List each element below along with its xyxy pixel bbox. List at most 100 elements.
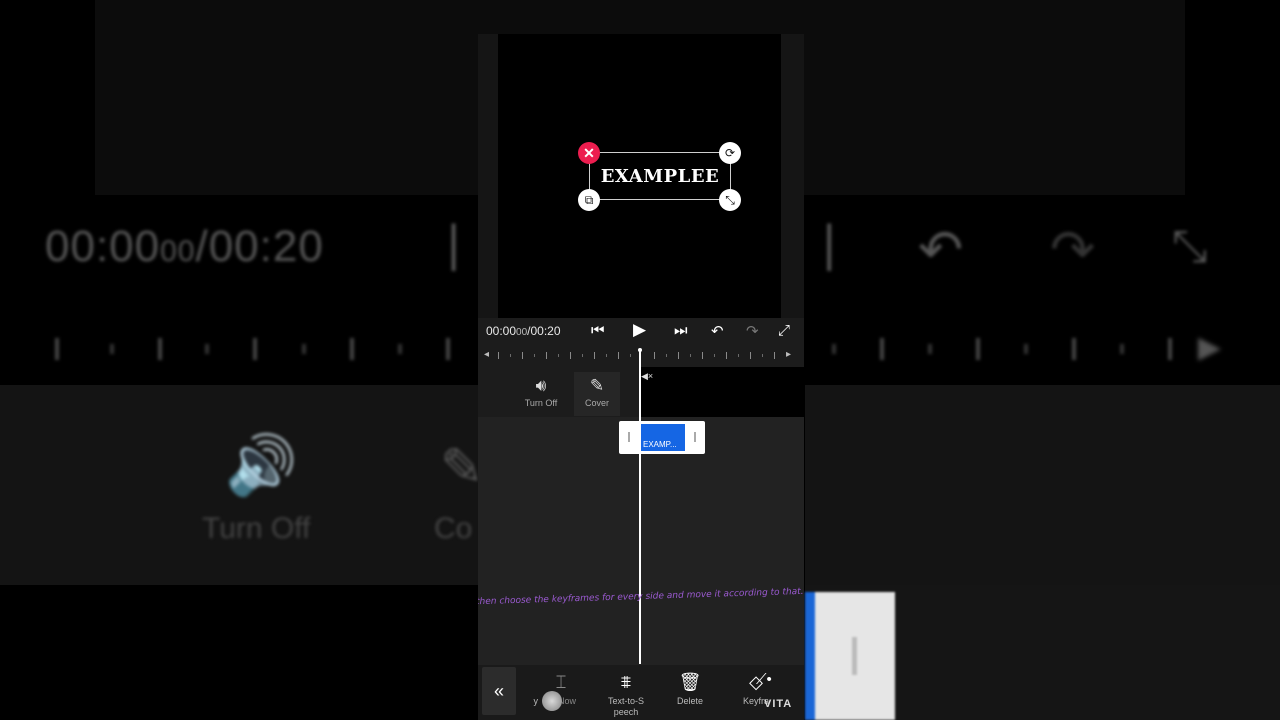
skip-start-icon[interactable]: ⏮ <box>591 322 605 339</box>
background-time: 00:00 <box>45 222 161 271</box>
bg-tick <box>110 344 114 354</box>
mute-icon[interactable]: ◀× <box>641 371 653 382</box>
background-speaker-icon: 🔊 <box>225 433 298 498</box>
ruler-tick <box>498 352 499 359</box>
text-overlay-box[interactable]: EXAMPLEE <box>589 152 731 200</box>
background-fullscreen-icon: ⤡ <box>1172 222 1208 271</box>
bg-tick <box>976 338 980 360</box>
ruler-tick <box>738 354 739 357</box>
timecode-total: /00:20 <box>527 324 561 338</box>
bg-tick <box>302 344 306 354</box>
bg-tick <box>1072 338 1076 360</box>
ruler-tick <box>678 352 679 359</box>
bg-tick <box>253 338 257 360</box>
ruler-tick <box>558 354 559 357</box>
undo-icon[interactable]: ↶ <box>711 322 724 340</box>
split-label: y <box>533 696 539 706</box>
text-clip[interactable]: EXAMP... <box>619 421 705 454</box>
rotate-icon[interactable]: ⟳ <box>719 142 741 164</box>
background-label-cover: Co <box>434 512 473 545</box>
bg-tick <box>205 344 209 354</box>
background-label-turn-off: Turn Off <box>202 512 311 545</box>
background-clip-fill <box>805 592 815 720</box>
ruler-tick <box>594 352 595 359</box>
main-track-strip[interactable] <box>640 367 804 417</box>
ruler-tick <box>534 354 535 357</box>
ruler-tick <box>654 352 655 359</box>
clip-right-handle[interactable] <box>694 432 696 442</box>
ruler-tick <box>510 354 511 357</box>
turn-off-button[interactable]: 🔊︎ Turn Off <box>518 372 564 416</box>
track-tools: 🔊︎ Turn Off ✎ Cover ◀× <box>478 367 804 417</box>
background-time-frames: 00 <box>160 235 196 268</box>
ruler-end-icon: ▸ <box>786 349 792 360</box>
ruler-tick <box>522 352 523 359</box>
timeline-area[interactable]: EXAMP... <box>478 417 804 665</box>
speaker-icon: 🔊︎ <box>535 376 547 395</box>
turn-off-label: Turn Off <box>524 398 558 408</box>
bg-tick <box>350 338 354 360</box>
cover-button[interactable]: ✎ Cover <box>574 372 620 416</box>
ruler-tick <box>630 354 631 357</box>
playback-controls: 00:0000/00:20 ⏮ ▶ ⏭ ↶ ↷ ⤢ <box>478 318 804 346</box>
clip-left-handle[interactable] <box>628 432 630 442</box>
ruler-tick <box>762 354 763 357</box>
phone-screen: EXAMPLEE ✕ ⟳ ⧉ ⤡ 00:0000/00:20 ⏮ ▶ ⏭ ↶ ↷… <box>478 34 804 720</box>
fullscreen-icon[interactable]: ⤢ <box>778 322 790 339</box>
bg-tick <box>1024 344 1028 354</box>
redo-icon[interactable]: ↷ <box>746 322 759 340</box>
text-to-speech-button[interactable]: ⩨ Text-to-S peech <box>601 671 651 718</box>
waveform-icon: ⩨ <box>620 672 632 692</box>
close-icon[interactable]: ✕ <box>578 142 600 164</box>
ruler-tick <box>618 352 619 359</box>
background-undo-icon: ↶ <box>918 220 964 280</box>
resize-icon[interactable]: ⤡ <box>719 189 741 211</box>
bg-tick <box>880 338 884 360</box>
background-redo-icon: ↷ <box>1050 220 1096 280</box>
ruler-tick <box>606 354 607 357</box>
bg-tick <box>55 338 59 360</box>
play-icon[interactable]: ▶ <box>633 320 646 340</box>
text-to-speech-label: Text-to-S peech <box>607 696 644 717</box>
trash-icon: 🗑︎ <box>678 672 702 692</box>
bg-tick <box>158 338 162 360</box>
ruler-tick <box>714 354 715 357</box>
playhead[interactable] <box>639 350 641 664</box>
vita-logo-icon: ⟋• <box>756 671 772 688</box>
ruler-tick <box>546 352 547 359</box>
bg-tick <box>1168 338 1172 360</box>
bottom-toolbar: « y ⌶ Now ⩨ Text-to-S peech 🗑︎ Delete ◇ … <box>478 665 804 720</box>
split-button[interactable]: y <box>492 671 542 707</box>
bg-tick <box>832 344 836 354</box>
ruler-tick <box>702 352 703 359</box>
ruler-start-icon: ◂ <box>484 349 490 360</box>
timecode: 00:0000/00:20 <box>486 324 561 338</box>
touch-indicator <box>542 691 562 711</box>
background-skip-end-icon: ▕ <box>800 226 831 270</box>
video-preview[interactable]: EXAMPLEE ✕ ⟳ ⧉ ⤡ <box>498 34 781 318</box>
delete-label: Delete <box>676 696 703 706</box>
bg-tick <box>928 344 932 354</box>
ruler-tick <box>570 352 571 359</box>
skip-end-icon[interactable]: ⏭ <box>674 322 688 339</box>
pencil-icon: ✎ <box>589 376 605 395</box>
preview-gutter-right <box>781 34 804 318</box>
ruler-tick <box>774 352 775 359</box>
ruler-tick <box>750 352 751 359</box>
duplicate-icon[interactable]: ⧉ <box>578 189 600 211</box>
background-ruler-end-icon: ▶ <box>1198 331 1222 364</box>
preview-gutter-left <box>478 34 498 318</box>
background-track-panel-right <box>805 385 1280 585</box>
vita-watermark: VITA <box>764 698 793 710</box>
text-overlay-label: EXAMPLEE <box>600 166 720 187</box>
clip-label: EXAMP... <box>643 440 677 449</box>
timecode-frames: 00 <box>516 327 528 338</box>
bg-tick <box>446 338 450 360</box>
background-time-total: /00:20 <box>195 222 324 271</box>
ruler-tick <box>690 354 691 357</box>
text-now-icon: ⌶ <box>555 672 567 692</box>
bg-tick <box>1120 344 1124 354</box>
bg-tick <box>398 344 402 354</box>
background-clip <box>805 592 895 720</box>
delete-button[interactable]: 🗑︎ Delete <box>665 671 715 707</box>
